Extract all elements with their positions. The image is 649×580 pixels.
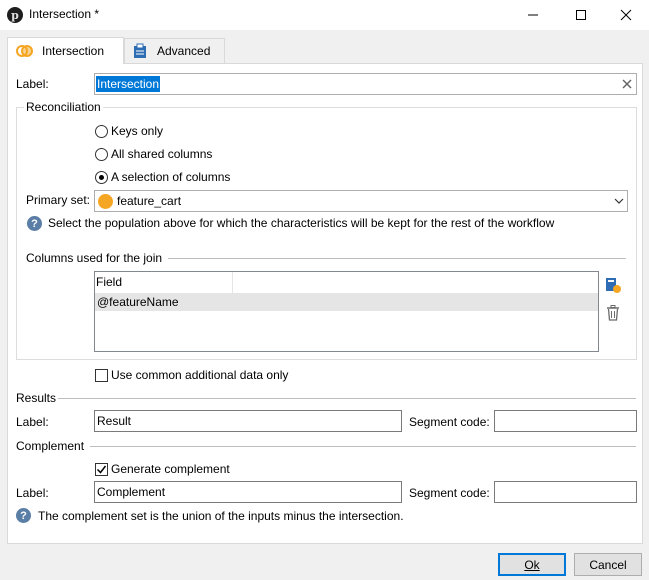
ok-button[interactable]: Ok — [498, 553, 566, 576]
help-icon: ? — [27, 216, 42, 231]
complement-label-label: Label: — [16, 486, 49, 500]
window-title: Intersection * — [29, 7, 100, 21]
tab-advanced-label: Advanced — [157, 44, 211, 58]
checkbox-label: Use common additional data only — [111, 368, 289, 382]
label-input[interactable]: Intersection — [94, 73, 637, 95]
population-dot-icon — [98, 194, 113, 209]
checkmark-icon — [96, 465, 107, 474]
column-header-field[interactable]: Field — [95, 272, 233, 293]
complement-segment-code-label: Segment code: — [409, 486, 490, 500]
reconciliation-title: Reconciliation — [24, 100, 103, 114]
radio-button[interactable] — [95, 147, 108, 161]
tab-advanced[interactable]: Advanced — [124, 38, 225, 63]
minimize-icon — [528, 14, 538, 16]
tab-intersection-label: Intersection — [42, 44, 105, 58]
delete-column-button[interactable] — [604, 304, 622, 322]
dropdown-arrow[interactable] — [610, 191, 627, 211]
primary-set-label: Primary set: — [26, 193, 91, 207]
radio-all-shared-columns[interactable]: All shared columns — [95, 147, 212, 161]
tab-intersection[interactable]: Intersection — [7, 37, 124, 64]
add-column-icon — [606, 278, 621, 293]
clear-icon[interactable] — [620, 77, 634, 91]
results-label-value: Result — [97, 414, 132, 428]
complement-segment-code-input[interactable] — [494, 481, 637, 503]
minimize-button[interactable] — [510, 0, 556, 30]
complement-title: Complement — [16, 439, 85, 453]
divider — [168, 258, 626, 259]
complement-label-value: Complement — [97, 485, 166, 499]
radio-label: A selection of columns — [111, 170, 231, 184]
complement-label-input[interactable]: Complement — [94, 481, 402, 503]
divider — [90, 446, 636, 447]
radio-keys-only[interactable]: Keys only — [95, 124, 163, 138]
radio-button[interactable] — [95, 170, 108, 184]
primary-set-help-text: Select the population above for which th… — [48, 216, 555, 230]
close-button[interactable] — [603, 0, 649, 30]
label-field-label: Label: — [16, 77, 49, 91]
join-columns-title: Columns used for the join — [26, 251, 163, 265]
clipboard-icon — [134, 43, 146, 58]
results-segment-code-label: Segment code: — [409, 415, 490, 429]
checkbox-box[interactable] — [95, 462, 108, 476]
table-cell-field: @featureName — [97, 295, 179, 309]
common-data-checkbox[interactable]: Use common additional data only — [95, 368, 288, 382]
results-label-label: Label: — [16, 415, 49, 429]
app-icon: p — [7, 7, 23, 23]
label-input-value: Intersection — [96, 76, 161, 92]
close-icon — [620, 9, 632, 21]
table-row[interactable]: @featureName — [95, 293, 598, 311]
chevron-down-icon — [614, 198, 623, 204]
primary-set-value: feature_cart — [117, 194, 182, 208]
cancel-button-label: Cancel — [589, 557, 627, 572]
checkbox-label: Generate complement — [111, 462, 230, 476]
cancel-button[interactable]: Cancel — [574, 553, 642, 576]
ok-button-label: Ok — [524, 557, 540, 572]
primary-set-dropdown[interactable]: feature_cart — [94, 190, 628, 212]
radio-selection-of-columns[interactable]: A selection of columns — [95, 170, 230, 184]
intersection-icon — [16, 45, 33, 57]
help-icon: ? — [16, 508, 31, 523]
complement-help-text: The complement set is the union of the i… — [38, 509, 404, 523]
checkbox-box[interactable] — [95, 368, 108, 382]
results-label-input[interactable]: Result — [94, 410, 402, 432]
join-columns-table[interactable]: Field @featureName — [94, 271, 599, 352]
generate-complement-checkbox[interactable]: Generate complement — [95, 462, 230, 476]
results-segment-code-input[interactable] — [494, 410, 637, 432]
divider — [58, 398, 636, 399]
radio-label: Keys only — [111, 124, 164, 138]
add-column-button[interactable] — [604, 276, 622, 294]
trash-icon — [607, 305, 619, 321]
radio-label: All shared columns — [111, 147, 213, 161]
radio-button[interactable] — [95, 124, 108, 138]
maximize-button[interactable] — [558, 0, 604, 30]
maximize-icon — [576, 10, 586, 20]
results-title: Results — [16, 391, 57, 405]
